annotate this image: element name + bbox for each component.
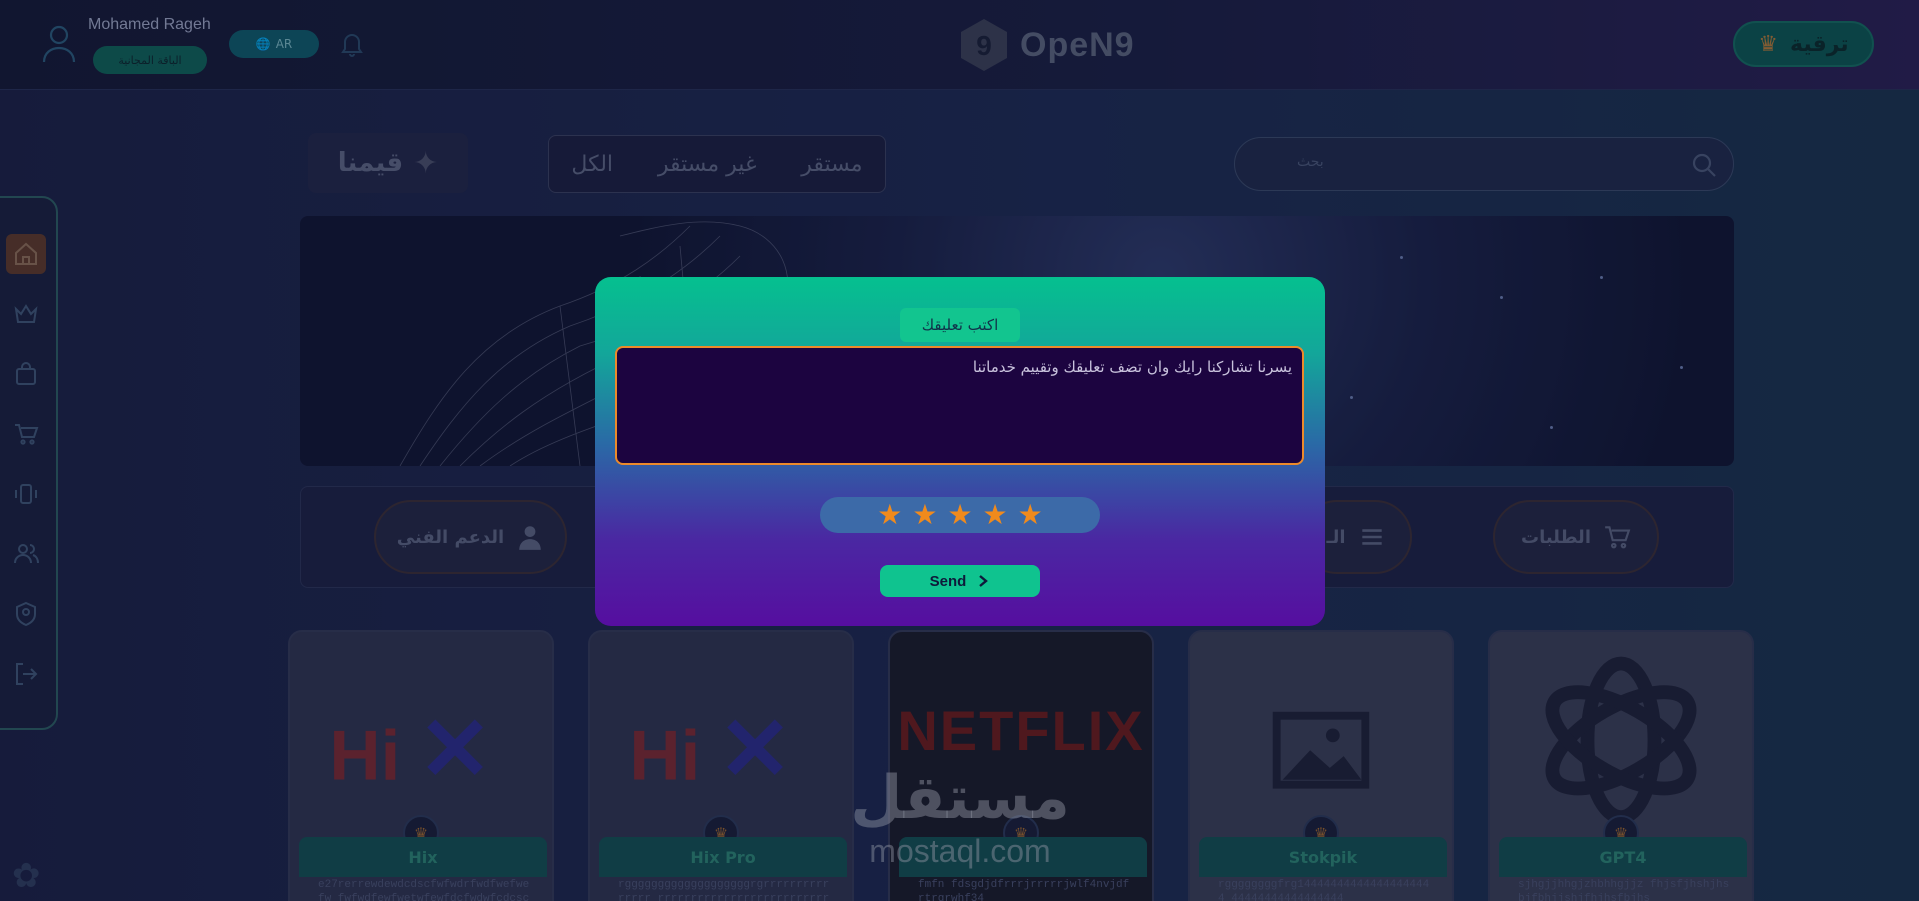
star-icon[interactable]: ★ <box>877 501 902 529</box>
send-label: Send <box>929 572 967 590</box>
comment-textarea[interactable]: يسرنا تشاركنا رايك وان تضف تعليقك وتقييم… <box>615 346 1304 465</box>
star-icon[interactable]: ★ <box>1018 501 1043 529</box>
star-icon[interactable]: ★ <box>912 501 937 529</box>
send-button[interactable]: Send <box>880 565 1040 597</box>
star-icon[interactable]: ★ <box>983 501 1008 529</box>
chevron-right-icon <box>979 575 989 587</box>
modal-title: اكتب تعليقك <box>900 308 1020 342</box>
star-icon[interactable]: ★ <box>947 501 972 529</box>
star-rating: ★ ★ ★ ★ ★ <box>820 497 1100 533</box>
feedback-modal: اكتب تعليقك يسرنا تشاركنا رايك وان تضف ت… <box>595 277 1325 626</box>
